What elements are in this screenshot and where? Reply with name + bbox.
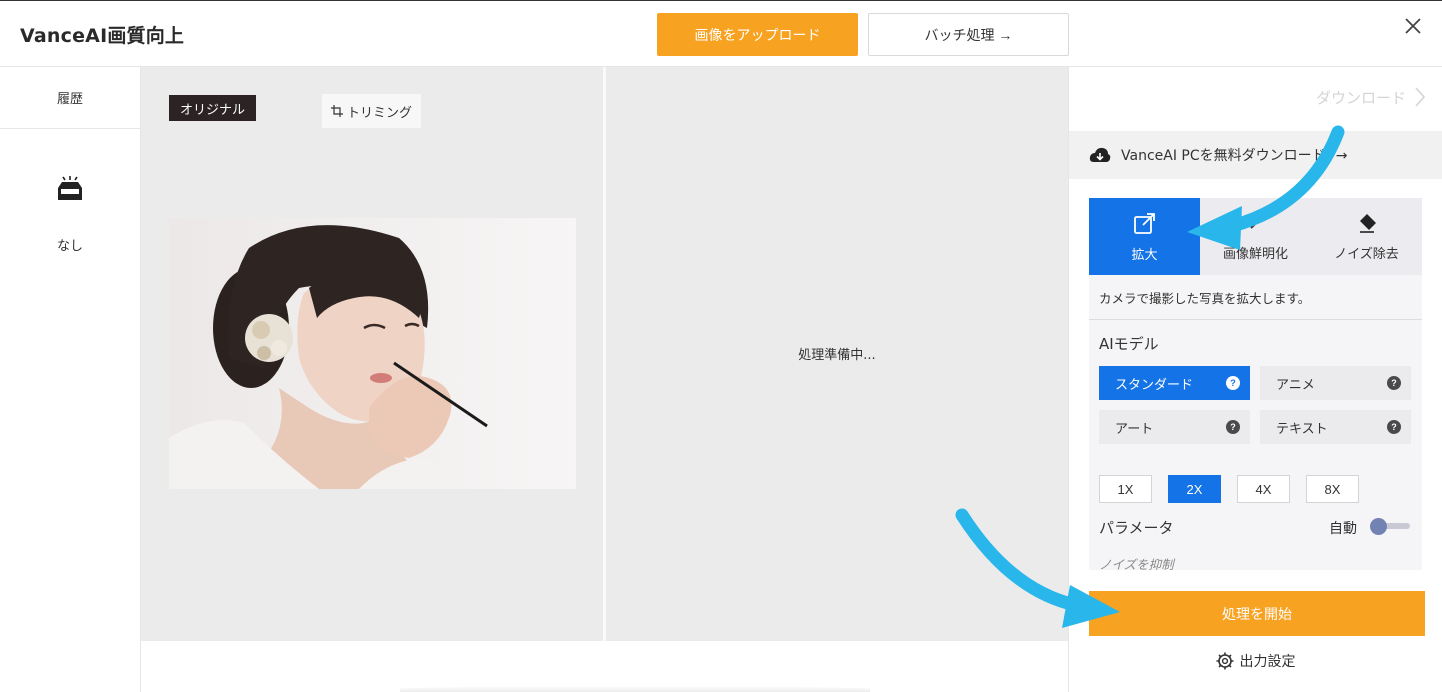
history-tab[interactable]: 履歴	[0, 67, 140, 129]
canvas-footer	[141, 641, 1068, 692]
auto-label: 自動	[1329, 521, 1357, 537]
crop-button[interactable]: トリミング	[322, 94, 422, 128]
divider	[1089, 319, 1422, 320]
help-icon[interactable]: ?	[1226, 376, 1240, 390]
app-window: VanceAI画質向上 画像をアップロード バッチ処理 → 履歴 なし オリジナ…	[0, 0, 1442, 692]
download-label: ダウンロード	[1315, 88, 1406, 107]
crop-icon	[331, 105, 343, 117]
batch-process-button[interactable]: バッチ処理 →	[868, 13, 1069, 56]
original-tag: オリジナル	[169, 95, 257, 121]
toggle-knob	[1370, 518, 1387, 535]
parameter-title: パラメータ	[1099, 519, 1174, 537]
settings-panel: ダウンロード VanceAI PCを無料ダウンロード! → 拡大 画像鮮明化 ノ…	[1068, 67, 1442, 692]
empty-history-label: なし	[56, 239, 83, 254]
original-photo	[169, 218, 576, 489]
crop-label: トリミング	[347, 104, 413, 120]
scale-8x-button[interactable]: 8X	[1306, 475, 1359, 503]
noise-suppress-label: ノイズを抑制	[1099, 557, 1174, 572]
tab-sharpen-label: 画像鮮明化	[1222, 246, 1288, 262]
model-text-button[interactable]: テキスト ?	[1260, 410, 1411, 444]
start-processing-button[interactable]: 処理を開始	[1089, 591, 1425, 636]
scale-1x-button[interactable]: 1X	[1099, 475, 1152, 503]
help-icon[interactable]: ?	[1226, 420, 1240, 434]
enlarge-icon	[1133, 212, 1155, 234]
tab-denoise[interactable]: ノイズ除去	[1311, 198, 1422, 275]
cloud-download-icon	[1089, 147, 1111, 162]
help-icon[interactable]: ?	[1387, 420, 1401, 434]
model-art-label: アート	[1115, 420, 1154, 436]
processing-status: 処理準備中...	[798, 348, 876, 363]
tab-enlarge-label: 拡大	[1131, 247, 1158, 263]
tab-sharpen[interactable]: 画像鮮明化	[1200, 198, 1311, 275]
mode-description: カメラで撮影した写真を拡大します。	[1099, 291, 1311, 306]
model-art-button[interactable]: アート ?	[1099, 410, 1250, 444]
history-sidebar: 履歴 なし	[0, 67, 141, 692]
chevron-right-icon	[1415, 87, 1426, 107]
tab-enlarge[interactable]: 拡大	[1089, 198, 1200, 275]
original-image-panel: オリジナル トリミング	[141, 67, 603, 641]
tab-denoise-label: ノイズ除去	[1334, 246, 1399, 262]
pc-banner-label: VanceAI PCを無料ダウンロード! →	[1121, 148, 1348, 164]
model-anime-label: アニメ	[1276, 376, 1315, 392]
help-icon[interactable]: ?	[1387, 376, 1401, 390]
pc-download-banner[interactable]: VanceAI PCを無料ダウンロード! →	[1069, 131, 1442, 179]
sharpen-icon	[1249, 214, 1264, 229]
ai-model-title: AIモデル	[1099, 335, 1159, 353]
enhance-settings: 拡大 画像鮮明化 ノイズ除去 カメラで撮影した写真を拡大します。 AIモデル ス…	[1089, 198, 1422, 572]
eraser-icon	[1359, 213, 1376, 233]
upload-image-button[interactable]: 画像をアップロード	[657, 13, 858, 56]
scale-2x-button[interactable]: 2X	[1168, 475, 1221, 503]
model-standard-button[interactable]: スタンダード ?	[1099, 366, 1250, 400]
gear-icon	[1216, 652, 1233, 670]
output-settings-link[interactable]: 出力設定	[1069, 651, 1442, 671]
model-anime-button[interactable]: アニメ ?	[1260, 366, 1411, 400]
auto-toggle[interactable]	[1370, 518, 1410, 535]
top-bar: VanceAI画質向上 画像をアップロード バッチ処理 →	[0, 0, 1442, 67]
model-standard-label: スタンダード	[1115, 376, 1194, 392]
output-settings-label: 出力設定	[1239, 654, 1296, 670]
model-text-label: テキスト	[1276, 420, 1328, 436]
result-panel: 処理準備中...	[606, 67, 1068, 641]
empty-inbox-icon	[58, 176, 82, 200]
footer-shadow	[400, 686, 870, 692]
app-title: VanceAI画質向上	[20, 25, 185, 47]
mode-tabs: 拡大 画像鮮明化 ノイズ除去	[1089, 198, 1422, 275]
download-link[interactable]: ダウンロード	[1316, 86, 1426, 108]
close-icon[interactable]	[1402, 15, 1424, 37]
scale-4x-button[interactable]: 4X	[1237, 475, 1290, 503]
